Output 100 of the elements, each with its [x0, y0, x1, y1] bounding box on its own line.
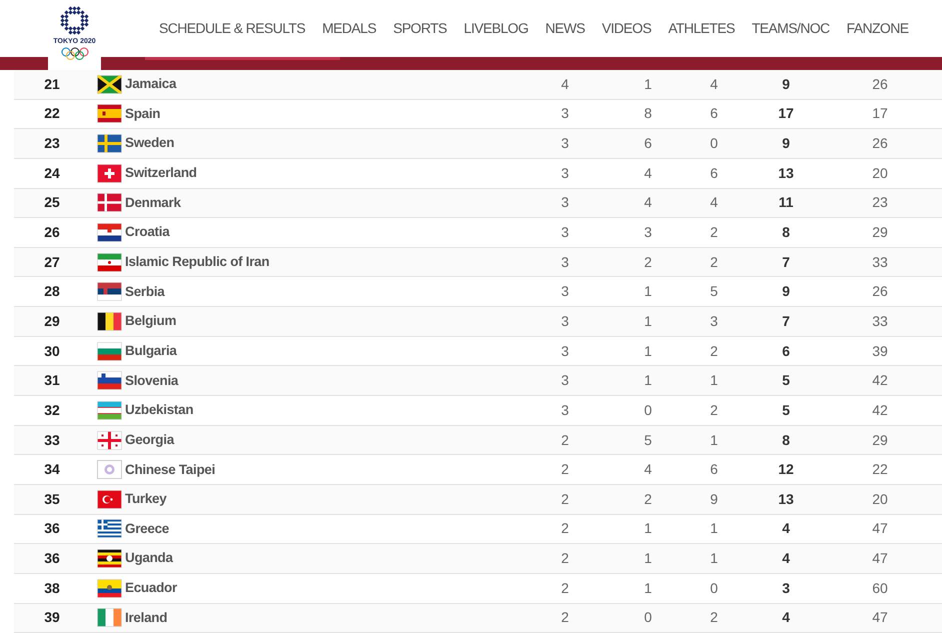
rank-cell-text: 29	[43, 312, 61, 331]
total-cell-text: 6	[781, 342, 791, 361]
flag-icon	[97, 400, 122, 420]
olympic-rings-icon	[60, 47, 88, 60]
country-cell-text: Ireland	[125, 608, 168, 627]
medal-row[interactable]: 33 Georgia 2 5 1 8 29	[14, 426, 942, 456]
medal-row[interactable]: 25 Denmark 3 4 4 11 23	[14, 188, 942, 218]
nav-link[interactable]: FANZONE	[846, 19, 908, 37]
total-cell-text: 8	[781, 223, 791, 242]
total-cell-text: 13	[777, 164, 795, 183]
third-medal-count-cell-text: 6	[709, 460, 719, 480]
medal-row[interactable]: 36 Uganda 2 1 1 4 47	[14, 544, 942, 574]
rank-by-total-cell-text: 17	[871, 104, 889, 124]
nav-link[interactable]: VIDEOS	[602, 19, 652, 37]
second-medal-count-cell-text: 8	[643, 104, 653, 124]
third-medal-count-cell-text: 4	[709, 74, 719, 94]
medal-row[interactable]: 27 Islamic Republic of Iran 3 2 2 7 33	[14, 248, 942, 278]
first-medal-count-cell-text: 2	[560, 549, 570, 568]
country-cell-text: Uzbekistan	[125, 401, 194, 420]
first-medal-count-cell-text: 2	[560, 608, 570, 628]
nav-link[interactable]: NEWS	[545, 19, 585, 37]
second-medal-count-cell-text: 1	[643, 549, 653, 568]
nav-link[interactable]: SPORTS	[393, 19, 447, 37]
flag-icon	[97, 252, 122, 272]
nav-link[interactable]: SCHEDULE & RESULTS	[159, 19, 306, 37]
total-cell-text: 9	[781, 74, 791, 94]
rank-by-total-cell-text: 20	[871, 164, 889, 183]
third-medal-count-cell-text: 2	[709, 223, 719, 242]
rank-by-total-cell-text: 22	[871, 460, 889, 480]
medal-row[interactable]: 36 Greece 2 1 1 4 47	[14, 514, 942, 544]
first-medal-count-cell-text: 3	[560, 312, 570, 331]
nav-link[interactable]: MEDALS	[322, 19, 376, 37]
rank-by-total-cell-text: 39	[871, 342, 889, 361]
country-cell-text: Croatia	[125, 223, 171, 242]
total-cell-text: 9	[781, 134, 791, 154]
rank-by-total-cell-text: 47	[871, 519, 889, 538]
rank-by-total-cell-text: 47	[871, 608, 889, 628]
first-medal-count-cell-text: 2	[560, 490, 570, 509]
nav-link[interactable]: ATHLETES	[668, 19, 735, 37]
total-cell-text: 9	[781, 282, 791, 302]
medal-row[interactable]: 21 Jamaica 4 1 4 9 26	[14, 70, 942, 100]
first-medal-count-cell-text: 3	[560, 193, 570, 212]
medal-row[interactable]: 23 Sweden 3 6 0 9 26	[14, 129, 942, 159]
rank-by-total-cell-text: 26	[871, 134, 889, 154]
first-medal-count-cell-text: 2	[560, 430, 570, 450]
rank-by-total-cell-text: 23	[871, 193, 889, 212]
country-cell-text: Sweden	[125, 134, 176, 152]
rank-cell-text: 32	[43, 400, 61, 420]
rank-by-total-cell-text: 29	[871, 223, 889, 242]
third-medal-count-cell-text: 2	[709, 252, 719, 272]
second-medal-count-cell-text: 1	[643, 312, 653, 331]
medal-row[interactable]: 22 Spain 3 8 6 17 17	[14, 100, 942, 130]
first-medal-count-cell-text: 3	[560, 134, 570, 154]
first-medal-count-cell-text: 3	[560, 252, 570, 272]
nav-link[interactable]: LIVEBLOG	[464, 19, 528, 37]
nav-link[interactable]: TEAMS/NOC	[752, 19, 830, 37]
country-cell-text: Spain	[125, 104, 162, 123]
second-medal-count-cell-text: 4	[643, 460, 653, 480]
flag-icon	[97, 164, 122, 183]
second-medal-count-cell-text: 0	[643, 608, 653, 628]
total-cell-text: 7	[781, 312, 791, 331]
third-medal-count-cell-text: 3	[709, 312, 719, 331]
third-medal-count-cell-text: 6	[709, 104, 719, 124]
medal-row[interactable]: 39 Ireland 2 0 2 4 47	[14, 604, 942, 633]
rank-by-total-cell-text: 26	[871, 282, 889, 302]
total-cell-text: 5	[781, 400, 791, 420]
rank-cell-text: 23	[43, 134, 61, 154]
emblem-icon	[60, 6, 90, 36]
country-cell-text: Denmark	[125, 194, 182, 212]
country-cell-text: Turkey	[125, 490, 168, 508]
flag-icon	[97, 134, 122, 154]
country-cell-text: Belgium	[125, 312, 178, 330]
rank-by-total-cell-text: 42	[871, 371, 889, 390]
country-cell-text: Islamic Republic of Iran	[125, 253, 270, 272]
second-medal-count-cell-text: 2	[643, 252, 653, 272]
flag-icon	[97, 490, 122, 509]
first-medal-count-cell-text: 3	[560, 282, 570, 302]
third-medal-count-cell-text: 6	[709, 164, 719, 183]
second-medal-count-cell-text: 1	[643, 578, 653, 598]
first-medal-count-cell-text: 3	[560, 223, 570, 242]
first-medal-count-cell-text: 3	[560, 164, 570, 183]
flag-icon	[97, 193, 122, 212]
medal-row[interactable]: 35 Turkey 2 2 9 13 20	[14, 484, 942, 515]
medal-row[interactable]: 31 Slovenia 3 1 1 5 42	[14, 366, 942, 396]
total-cell-text: 4	[781, 608, 791, 628]
rank-by-total-cell-text: 60	[871, 578, 889, 598]
third-medal-count-cell-text: 0	[709, 578, 719, 598]
medal-row[interactable]: 29 Belgium 3 1 3 7 33	[14, 307, 942, 337]
third-medal-count-cell-text: 9	[709, 490, 719, 509]
flag-icon	[97, 223, 122, 242]
third-medal-count-cell-text: 2	[709, 608, 719, 628]
second-medal-count-cell-text: 4	[643, 193, 653, 212]
third-medal-count-cell-text: 1	[709, 430, 719, 450]
rank-cell-text: 21	[43, 74, 61, 94]
second-medal-count-cell-text: 1	[643, 371, 653, 390]
total-cell-text: 13	[777, 490, 795, 509]
first-medal-count-cell-text: 2	[560, 460, 570, 480]
rank-by-total-cell-text: 33	[871, 252, 889, 272]
country-cell-text: Georgia	[125, 430, 176, 449]
rank-cell-text: 39	[43, 608, 61, 628]
